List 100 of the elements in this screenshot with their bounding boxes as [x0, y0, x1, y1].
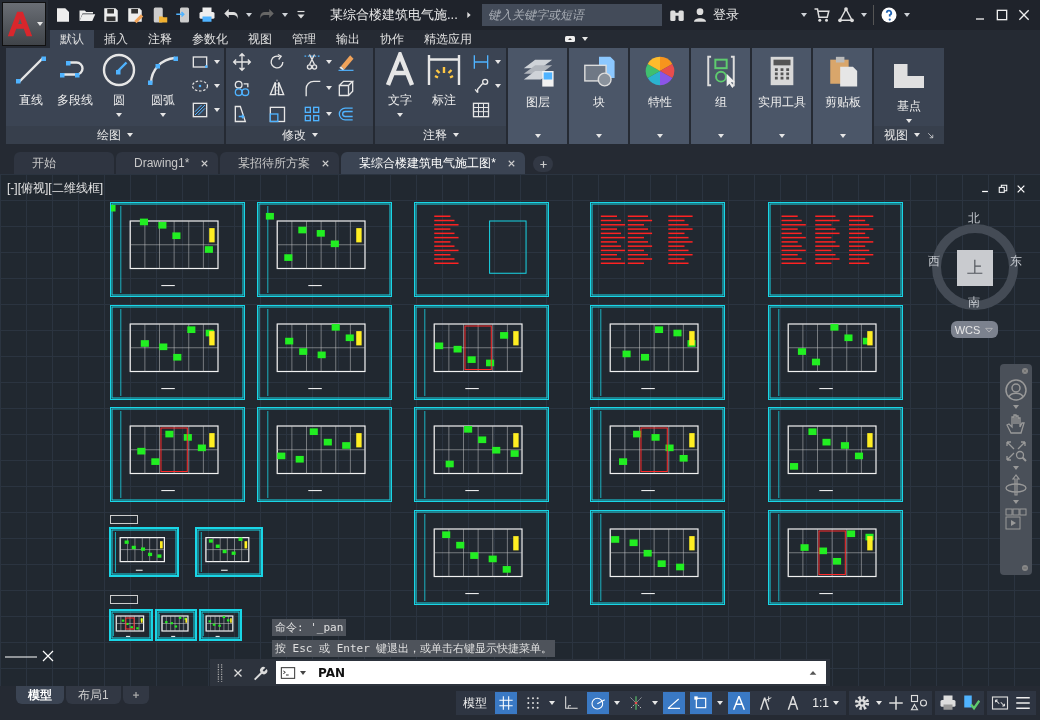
new-file-icon[interactable]: [54, 6, 72, 24]
ribbon-panel-button[interactable]: 剪贴板: [813, 48, 872, 144]
ribbon-panel-button[interactable]: 实用工具: [752, 48, 811, 144]
panel-title-button[interactable]: 绘图: [97, 126, 133, 144]
ribbon-tab[interactable]: 输出: [326, 30, 370, 48]
check-file-icon[interactable]: [962, 694, 980, 712]
mirror-icon[interactable]: [267, 78, 287, 98]
panel-icon: [562, 33, 578, 45]
ribbon-tab[interactable]: 视图: [238, 30, 282, 48]
drawing-sheet: [156, 610, 196, 640]
model-space-button[interactable]: 模型: [460, 692, 491, 714]
steering-wheel-icon[interactable]: [1004, 378, 1028, 402]
ribbon-tab[interactable]: 插入: [94, 30, 138, 48]
save-icon[interactable]: [102, 6, 120, 24]
drawing-canvas[interactable]: [-][俯视][二维线框] 北 西 上 东 南 WCS 命令: '_pan 按 Esc 或 Enter 键退出，或单击右键显示快捷菜单。 PAN: [0, 174, 1040, 686]
phone-share-icon[interactable]: [174, 6, 192, 24]
status-toggle-button[interactable]: [690, 692, 713, 714]
compass-label[interactable]: 南: [968, 294, 980, 311]
menu-icon[interactable]: [1014, 694, 1032, 712]
command-prompt-icon[interactable]: [280, 664, 296, 681]
command-input-field[interactable]: PAN: [276, 661, 826, 684]
user-icon: [691, 7, 708, 23]
sheet-label-frame: [110, 515, 138, 524]
shapes-icon[interactable]: [910, 694, 928, 712]
command-text-input[interactable]: PAN: [316, 664, 804, 681]
ribbon-tab[interactable]: 精选应用: [414, 30, 482, 48]
caret-icon[interactable]: [300, 670, 306, 675]
cart-icon[interactable]: [812, 6, 831, 24]
status-toggle-button[interactable]: [587, 692, 610, 714]
compass-label[interactable]: 东: [1010, 253, 1022, 270]
window-title: 某综合楼建筑电气施...: [330, 6, 458, 24]
pan-hand-icon[interactable]: [1004, 412, 1028, 436]
ribbon-tab[interactable]: 参数化: [182, 30, 238, 48]
ribbon-tab[interactable]: 默认: [50, 30, 94, 48]
zoom-icon[interactable]: [1004, 439, 1028, 463]
circle-tool-icon: [101, 52, 137, 88]
array-icon[interactable]: [302, 104, 322, 124]
ribbon-panel-button[interactable]: 图层: [508, 48, 567, 144]
polar-tracking-icon: [590, 695, 607, 711]
table-icon[interactable]: [471, 100, 491, 120]
viewcube-face[interactable]: 上: [957, 250, 993, 286]
save-as-icon[interactable]: [126, 6, 144, 24]
ribbon-tool-button[interactable]: 基点: [888, 58, 930, 123]
ribbon-tool-button[interactable]: 圆: [98, 52, 140, 117]
linear-dimension-icon[interactable]: [471, 52, 491, 72]
status-toggle-button[interactable]: [663, 692, 686, 714]
help-icon[interactable]: [879, 6, 898, 24]
ribbon-tab[interactable]: 管理: [282, 30, 326, 48]
ribbon-tool-button[interactable]: 多段线: [54, 52, 96, 109]
plus-icon[interactable]: [887, 694, 905, 712]
status-toggle-button[interactable]: [495, 692, 518, 714]
block-icon: [581, 54, 616, 88]
search-field[interactable]: 键入关键字或短语: [481, 4, 662, 26]
drawing-sheet: [196, 528, 262, 576]
sign-in-button[interactable]: 登录: [691, 6, 739, 24]
application-menu-button[interactable]: [2, 2, 46, 46]
orbit-icon[interactable]: [1004, 473, 1028, 497]
drawing-sheet: [200, 610, 241, 640]
grip-icon[interactable]: [216, 662, 224, 683]
network-triangle-icon[interactable]: [836, 6, 855, 24]
restore-icon[interactable]: [998, 184, 1008, 194]
wrench-icon[interactable]: [252, 664, 268, 681]
status-toggle-button[interactable]: [728, 692, 751, 714]
box-icon[interactable]: [336, 78, 356, 98]
layout-tab[interactable]: 模型: [16, 686, 64, 704]
new-layout-button[interactable]: [122, 686, 149, 704]
viewport-controls[interactable]: [-][俯视][二维线框]: [7, 180, 103, 197]
ribbon-panel-button[interactable]: 特性: [630, 48, 689, 144]
hatch-icon[interactable]: [190, 100, 210, 120]
ribbon-tool-button[interactable]: 圆弧: [142, 52, 184, 117]
scale-icon[interactable]: [267, 104, 287, 124]
plus-icon: [537, 158, 549, 170]
print-icon[interactable]: [198, 6, 216, 24]
file-tab[interactable]: Drawing1*: [116, 152, 219, 174]
file-tab[interactable]: 某招待所方案: [220, 152, 340, 174]
ribbon-tool-button[interactable]: 文字: [379, 52, 421, 117]
autocad-logo-icon: [5, 9, 35, 39]
plus-icon: [130, 690, 141, 700]
file-tab[interactable]: 开始: [14, 152, 114, 174]
compass-label[interactable]: 西: [928, 253, 940, 270]
layout-tab[interactable]: 布局1: [66, 686, 121, 704]
new-tab-button[interactable]: [533, 156, 554, 172]
compass-label[interactable]: 北: [968, 210, 980, 227]
drawing-sheet: [110, 528, 178, 576]
file-tab[interactable]: 某综合楼建筑电气施工图*: [341, 152, 526, 174]
ribbon-tool-button[interactable]: 标注: [423, 52, 465, 109]
viewcube[interactable]: 北 西 上 东 南: [928, 210, 1022, 310]
print-icon[interactable]: [939, 694, 957, 712]
sheet-label-frame: [110, 595, 138, 604]
move-icon[interactable]: [232, 52, 252, 72]
ribbon-panel-button[interactable]: 组: [691, 48, 750, 144]
annotation-scale-button[interactable]: 1:1: [809, 692, 842, 714]
ribbon-tab[interactable]: 协作: [370, 30, 414, 48]
fullscreen-icon[interactable]: [991, 694, 1009, 712]
copy-icon[interactable]: [232, 78, 252, 98]
ribbon-tool-button[interactable]: 直线: [10, 52, 52, 109]
trim-icon[interactable]: [302, 52, 322, 72]
ribbon-panel-button[interactable]: 块: [569, 48, 628, 144]
dialog-launcher-icon[interactable]: [925, 130, 935, 140]
ribbon-tab[interactable]: 注释: [138, 30, 182, 48]
